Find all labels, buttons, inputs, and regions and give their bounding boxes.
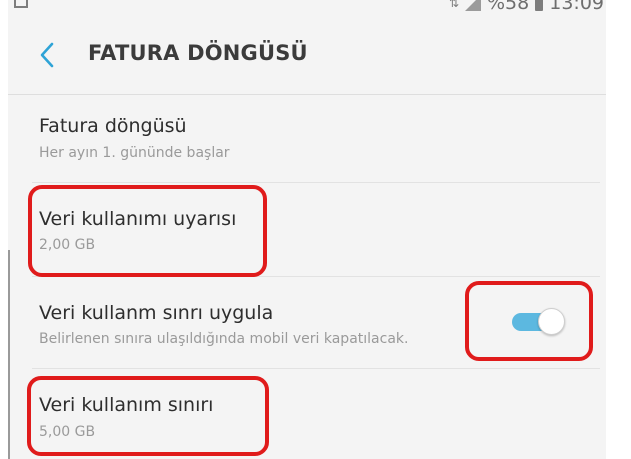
chevron-left-icon	[40, 42, 54, 68]
data-limit-toggle[interactable]	[510, 308, 565, 336]
battery-percent: %58	[487, 0, 530, 14]
phone-screen: ⇅ %58 13:09 FATURA DÖNGÜSÜ Fatura döngüs…	[8, 0, 606, 459]
outer-right-margin	[606, 0, 631, 459]
data-transfer-icon: ⇅	[448, 0, 459, 10]
setting-data-usage-warning[interactable]: Veri kullanımı uyarısı 2,00 GB	[8, 183, 606, 276]
status-right-group: ⇅ %58 13:09	[449, 0, 604, 14]
setting-data-usage-limit[interactable]: Veri kullanım sınırı 5,00 GB	[8, 369, 606, 459]
outer-left-margin	[0, 0, 8, 459]
setting-subtitle: 5,00 GB	[39, 424, 96, 440]
setting-title: Veri kullanımı uyarısı	[39, 208, 237, 230]
app-header: FATURA DÖNGÜSÜ	[8, 16, 606, 95]
screen-edge-line	[8, 250, 10, 459]
back-button[interactable]	[30, 38, 64, 72]
status-time: 13:09	[549, 0, 604, 14]
setting-title: Fatura döngüsü	[39, 115, 187, 137]
setting-subtitle: Her ayın 1. gününde başlar	[39, 145, 230, 161]
signal-icon	[465, 0, 481, 11]
setting-title: Veri kullanım sınırı	[39, 394, 214, 416]
page-title: FATURA DÖNGÜSÜ	[88, 41, 308, 65]
battery-icon	[535, 0, 544, 11]
setting-title: Veri kullanm sınrı uygula	[39, 302, 274, 324]
image-notification-icon	[14, 0, 28, 8]
setting-subtitle: Belirlenen sınıra ulaşıldığında mobil ve…	[39, 331, 409, 347]
status-bar: ⇅ %58 13:09	[8, 0, 606, 16]
setting-billing-cycle[interactable]: Fatura döngüsü Her ayın 1. gününde başla…	[8, 95, 606, 182]
toggle-thumb	[538, 308, 565, 335]
setting-subtitle: 2,00 GB	[39, 237, 96, 253]
